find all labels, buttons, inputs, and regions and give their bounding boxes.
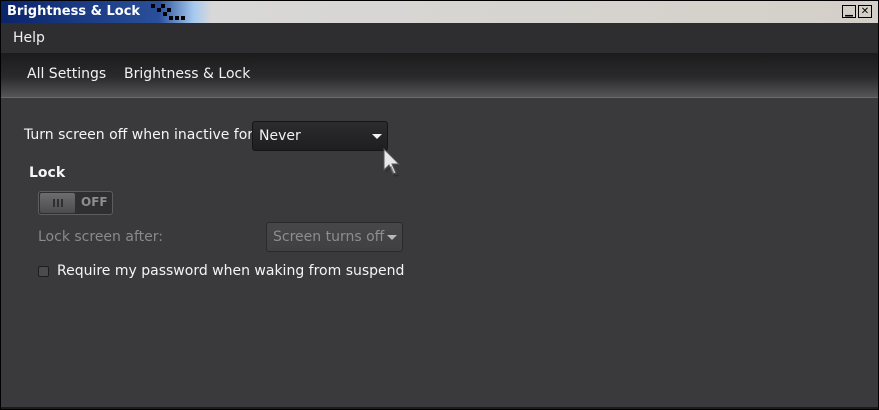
lock-after-dropdown[interactable]: Screen turns off (266, 222, 403, 252)
breadcrumb-brightness-lock[interactable]: Brightness & Lock (124, 66, 250, 82)
screen-off-label: Turn screen off when inactive for: (24, 127, 258, 143)
toggle-state-label: OFF (81, 195, 108, 209)
lock-heading: Lock (29, 165, 66, 181)
screen-off-value: Never (259, 128, 301, 144)
lock-toggle[interactable]: OFF (38, 191, 113, 215)
minimize-icon: ▁ (845, 6, 853, 17)
window-title: Brightness & Lock (7, 4, 141, 19)
screen-off-dropdown[interactable]: Never (252, 121, 388, 151)
lock-after-label: Lock screen after: (38, 229, 163, 245)
menu-bar: Help (1, 23, 878, 53)
close-icon: ✕ (860, 6, 870, 17)
chevron-down-icon (372, 134, 382, 139)
breadcrumb: All Settings Brightness & Lock (1, 53, 878, 98)
window-bottom-edge (1, 407, 878, 409)
menu-help[interactable]: Help (13, 30, 45, 46)
breadcrumb-all-settings[interactable]: All Settings (27, 66, 106, 82)
title-bar[interactable]: Brightness & Lock ▁ ✕ (1, 1, 878, 23)
toggle-knob[interactable] (40, 193, 75, 213)
require-password-checkbox[interactable] (38, 266, 49, 277)
close-button[interactable]: ✕ (858, 5, 872, 18)
lock-after-value: Screen turns off (273, 229, 385, 245)
chevron-down-icon (387, 235, 397, 240)
minimize-button[interactable]: ▁ (842, 5, 856, 18)
settings-panel (1, 98, 878, 409)
require-password-label[interactable]: Require my password when waking from sus… (57, 263, 404, 279)
mouse-pointer-icon (383, 147, 401, 177)
title-bar-decoration (151, 4, 191, 20)
settings-window: Brightness & Lock ▁ ✕ Help All Settings … (0, 0, 879, 410)
